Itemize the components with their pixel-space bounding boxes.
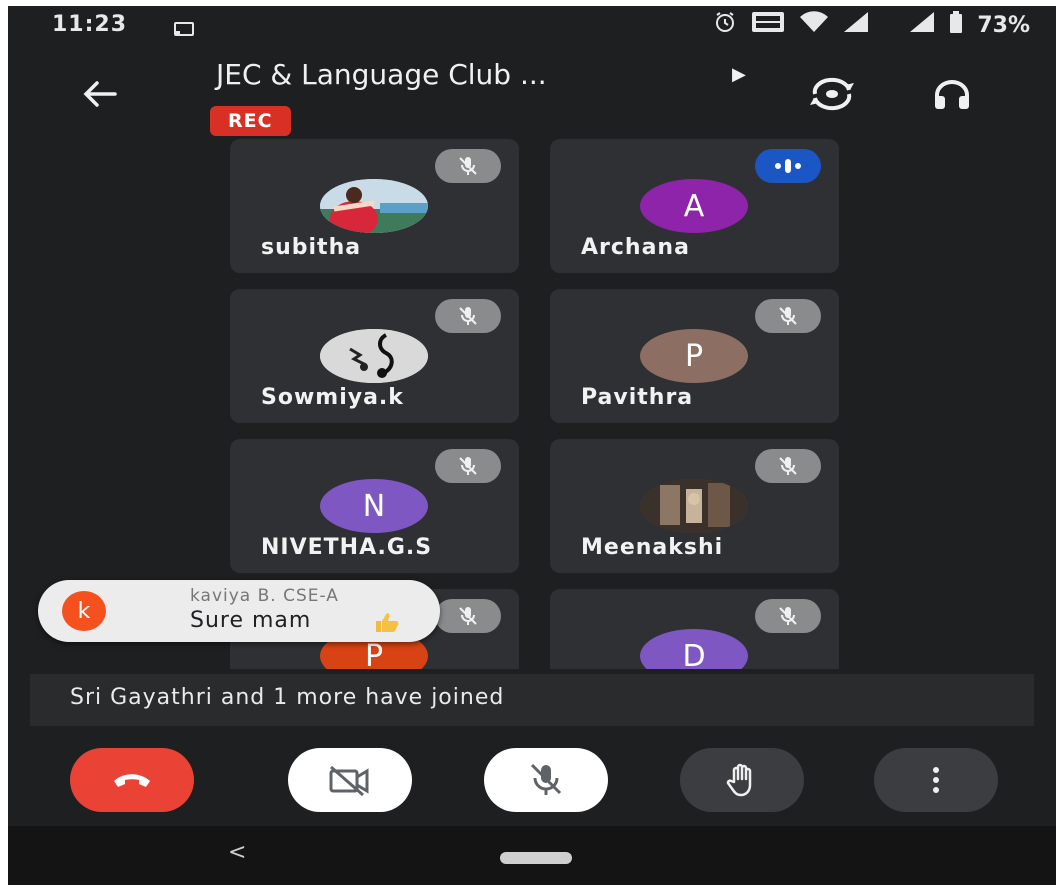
volte-icon — [751, 11, 785, 39]
profile-photo — [320, 179, 428, 233]
chat-message-toast[interactable]: k kaviya B. CSE-A Sure mam — [38, 580, 440, 642]
mic-off-indicator — [435, 299, 501, 333]
audio-output-button[interactable] — [926, 72, 978, 116]
battery-icon — [949, 11, 963, 39]
speaking-indicator — [755, 149, 821, 183]
participant-name: Archana — [581, 235, 690, 260]
profile-photo — [640, 479, 748, 533]
status-time: 11:23 — [52, 12, 128, 37]
audio-level-icon — [775, 159, 801, 173]
avatar-letter: D — [682, 638, 706, 670]
participant-tile[interactable]: N NIVETHA.G.S — [230, 439, 519, 573]
avatar-letter: A — [683, 188, 705, 224]
join-notification-text: Sri Gayathri and 1 more have joined — [70, 685, 505, 710]
status-icons: 73% — [713, 10, 1030, 40]
meeting-header: JEC & Language Club ... ▶ REC — [8, 48, 1056, 144]
raise-hand-button[interactable] — [680, 748, 804, 812]
mic-off-icon — [779, 607, 797, 625]
participant-tile[interactable]: P Pavithra — [550, 289, 839, 423]
mic-off-icon — [779, 457, 797, 475]
participant-tile[interactable]: Sowmiya.k — [230, 289, 519, 423]
participant-tile[interactable]: subitha — [230, 139, 519, 273]
cast-icon — [174, 18, 194, 43]
battery-percent: 73% — [977, 12, 1030, 38]
participant-tile[interactable]: Meenakshi — [550, 439, 839, 573]
end-call-icon — [114, 774, 150, 787]
system-navigation-bar: < — [8, 826, 1056, 885]
join-notification: Sri Gayathri and 1 more have joined — [30, 674, 1034, 726]
mic-toggle-button[interactable] — [484, 748, 608, 812]
mic-off-icon — [459, 157, 477, 175]
sender-name: kaviya B. CSE-A — [190, 586, 339, 606]
avatar: P — [640, 329, 748, 383]
avatar — [320, 329, 428, 383]
participant-name: Meenakshi — [581, 535, 724, 560]
meet-screen: 11:23 73% JEC & Language Club ... ▶ REC … — [8, 6, 1056, 885]
mic-off-indicator — [435, 449, 501, 483]
switch-camera-icon — [810, 77, 854, 111]
nav-home-pill[interactable] — [500, 852, 572, 864]
call-controls — [8, 744, 1056, 824]
switch-camera-button[interactable] — [806, 72, 858, 116]
recording-badge: REC — [210, 106, 291, 136]
back-button[interactable] — [72, 70, 128, 118]
thumbs-up-icon — [374, 611, 400, 637]
participant-name: subitha — [261, 235, 362, 260]
avatar — [640, 479, 748, 533]
mic-off-indicator — [755, 599, 821, 633]
avatar-letter: k — [77, 598, 91, 624]
camera-off-icon — [329, 765, 369, 797]
raise-hand-icon — [726, 763, 752, 797]
mic-off-indicator — [755, 449, 821, 483]
status-bar: 11:23 73% — [8, 6, 1056, 48]
mic-off-indicator — [435, 149, 501, 183]
avatar-letter: P — [684, 338, 704, 374]
arrow-back-icon — [83, 81, 117, 107]
more-options-button[interactable] — [874, 748, 998, 812]
end-call-button[interactable] — [70, 748, 194, 812]
avatar — [320, 179, 428, 233]
avatar: D — [640, 629, 748, 669]
avatar: N — [320, 479, 428, 533]
participant-name: Pavithra — [581, 385, 694, 410]
mic-off-icon — [459, 457, 477, 475]
mic-off-indicator — [755, 299, 821, 333]
participant-name: Sowmiya.k — [261, 385, 404, 410]
avatar-letter: P — [364, 638, 384, 670]
avatar: A — [640, 179, 748, 233]
participant-tile[interactable]: D — [550, 589, 839, 669]
mic-off-icon — [530, 763, 562, 795]
mic-off-icon — [459, 307, 477, 325]
mic-off-indicator — [435, 599, 501, 633]
avatar-letter: N — [362, 488, 386, 524]
participant-tile[interactable]: A Archana — [550, 139, 839, 273]
signal-icon — [843, 11, 869, 39]
nav-back-button[interactable]: < — [228, 840, 246, 865]
sender-avatar: k — [62, 591, 106, 631]
alarm-icon — [713, 10, 737, 40]
headphones-icon — [935, 80, 969, 109]
chat-message-text: Sure mam — [190, 608, 312, 633]
mic-off-icon — [459, 607, 477, 625]
profile-photo — [320, 329, 428, 383]
participant-name: NIVETHA.G.S — [261, 535, 433, 560]
title-chevron-icon[interactable]: ▶ — [732, 64, 746, 85]
signal-icon — [909, 11, 935, 39]
more-vert-icon — [933, 767, 939, 793]
meeting-title[interactable]: JEC & Language Club ... — [216, 58, 547, 91]
camera-toggle-button[interactable] — [288, 748, 412, 812]
wifi-icon — [799, 11, 829, 39]
mic-off-icon — [779, 307, 797, 325]
